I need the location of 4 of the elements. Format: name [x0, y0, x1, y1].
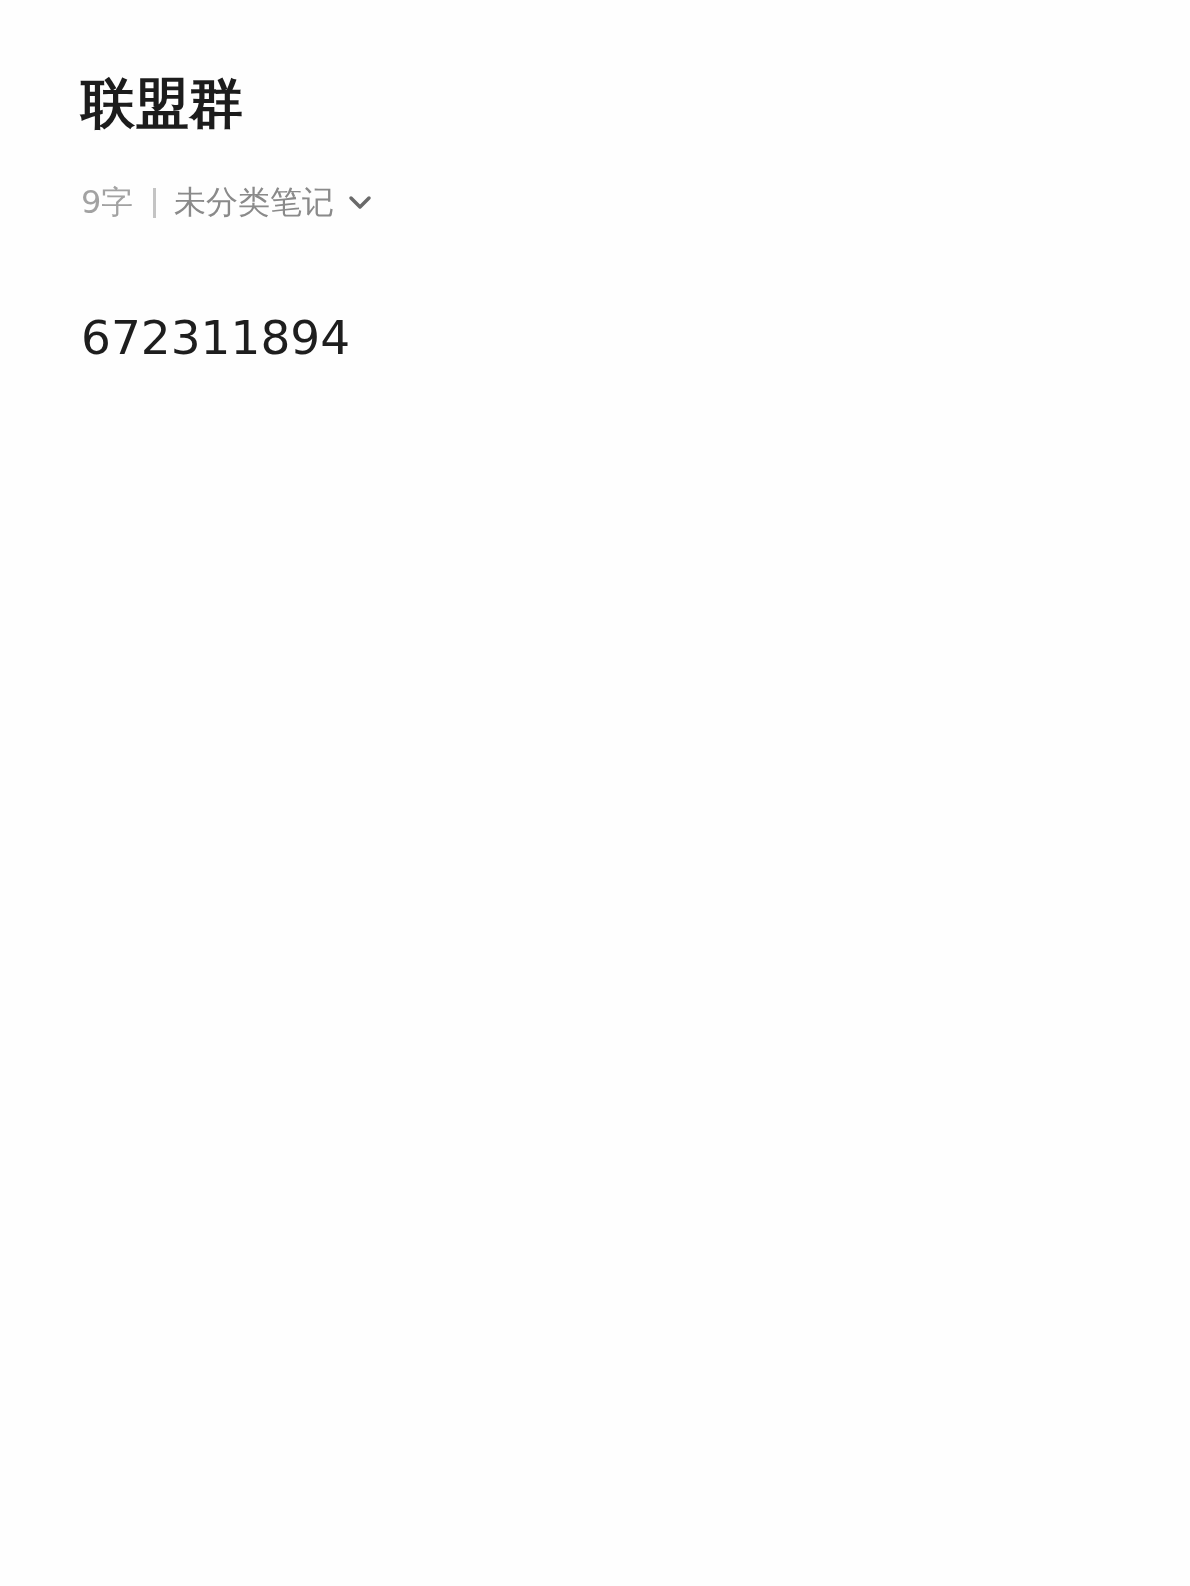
chevron-down-icon: [348, 195, 373, 211]
note-title: 联盟群: [81, 71, 244, 137]
word-count: 9字: [81, 182, 134, 223]
note-body[interactable]: 672311894: [81, 308, 1109, 368]
